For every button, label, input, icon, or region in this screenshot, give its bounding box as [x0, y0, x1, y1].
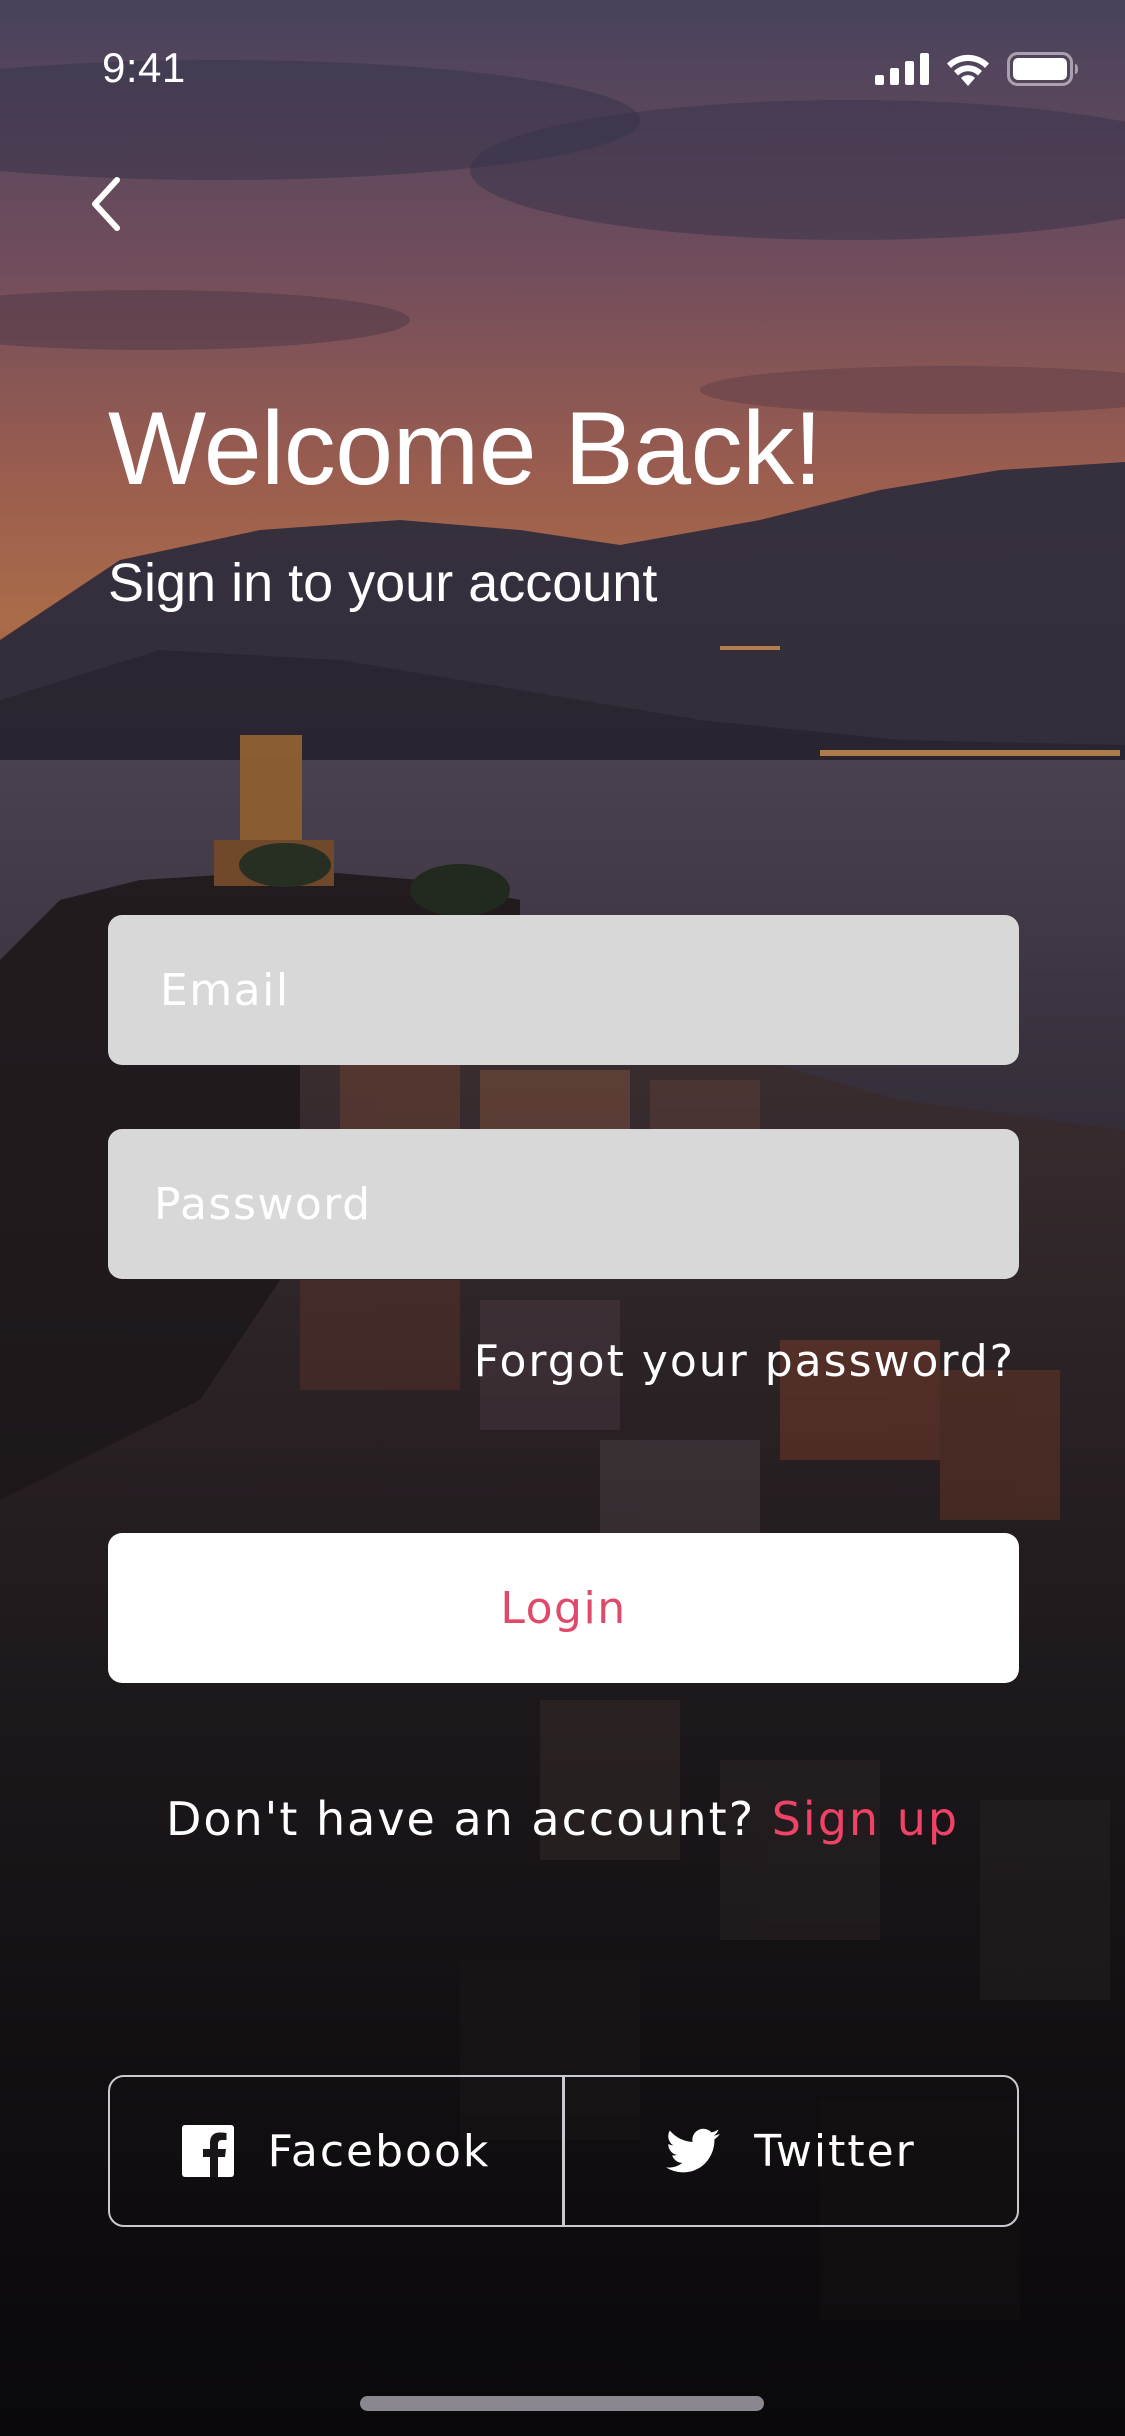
signup-prompt: Don't have an account? — [165, 1792, 756, 1846]
login-screen: 9:41 Welcome Back! Sign in to your accou… — [0, 0, 1125, 2436]
email-field-container — [108, 915, 1019, 1065]
password-input[interactable] — [108, 1129, 1019, 1279]
email-input[interactable] — [108, 915, 1019, 1065]
status-icons — [875, 52, 1079, 90]
home-indicator — [360, 2396, 764, 2411]
signup-row: Don't have an account? Sign up — [0, 1792, 1125, 1846]
forgot-password-link[interactable]: Forgot your password? — [474, 1336, 1015, 1387]
facebook-label: Facebook — [267, 2125, 491, 2177]
facebook-icon — [181, 2125, 234, 2177]
twitter-label: Twitter — [754, 2125, 916, 2177]
login-button[interactable]: Login — [108, 1533, 1019, 1683]
page-title: Welcome Back! — [108, 391, 823, 507]
signup-link[interactable]: Sign up — [772, 1792, 959, 1846]
cellular-signal-icon — [875, 53, 929, 89]
social-login-group: Facebook Twitter — [108, 2075, 1019, 2227]
page-subtitle: Sign in to your account — [108, 553, 658, 613]
password-field-container — [108, 1129, 1019, 1279]
status-time: 9:41 — [102, 44, 186, 91]
back-button[interactable] — [76, 170, 136, 242]
twitter-icon — [666, 2128, 721, 2174]
twitter-login-button[interactable]: Twitter — [565, 2077, 1017, 2225]
battery-icon — [1007, 52, 1079, 90]
wifi-icon — [945, 52, 991, 90]
chevron-left-icon — [89, 176, 123, 236]
facebook-login-button[interactable]: Facebook — [110, 2077, 562, 2225]
